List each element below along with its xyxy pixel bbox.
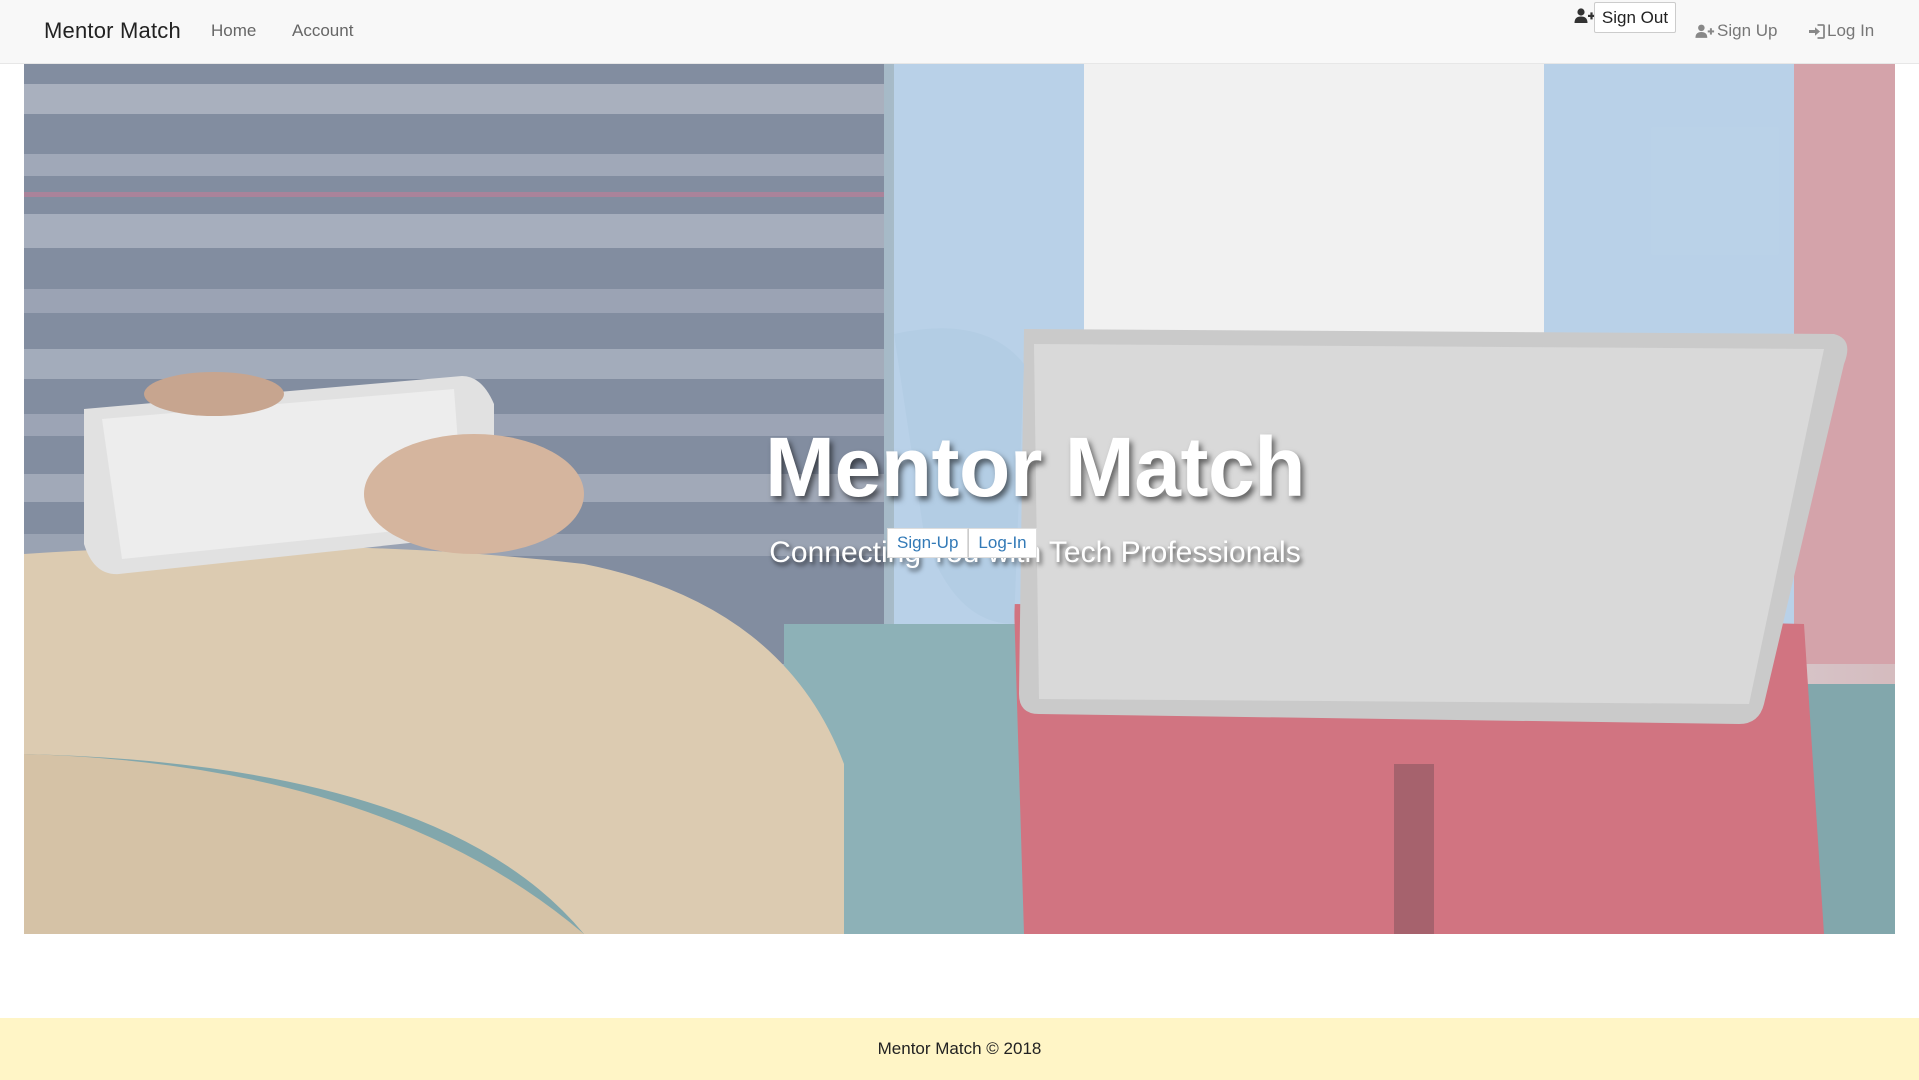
- nav-link-home[interactable]: Home: [211, 21, 256, 41]
- sign-up-label: Sign Up: [1717, 21, 1778, 40]
- sign-in-icon: [1809, 23, 1825, 39]
- user-plus-icon: [1695, 24, 1715, 38]
- brand-logo[interactable]: Mentor Match: [44, 18, 181, 44]
- hero-banner: Mentor Match Connecting You with Tech Pr…: [24, 64, 1895, 934]
- log-in-link[interactable]: Log In: [1808, 21, 1874, 41]
- sign-out-button[interactable]: Sign Out: [1594, 2, 1676, 33]
- nav-link-account[interactable]: Account: [292, 21, 353, 41]
- log-in-label: Log In: [1827, 21, 1875, 40]
- user-plus-icon: [1574, 8, 1595, 23]
- footer: Mentor Match © 2018: [0, 1018, 1919, 1080]
- navbar: Mentor Match Home Account Sign Out Sign …: [0, 0, 1919, 64]
- hero-sign-up-button[interactable]: Sign-Up: [887, 528, 969, 558]
- footer-copyright: Mentor Match © 2018: [877, 1039, 1042, 1058]
- sign-up-link[interactable]: Sign Up: [1695, 21, 1777, 41]
- hero-button-group: Sign-Up Log-In: [887, 528, 1037, 558]
- hero-log-in-button[interactable]: Log-In: [968, 528, 1037, 558]
- hero-title: Mentor Match: [765, 420, 1306, 514]
